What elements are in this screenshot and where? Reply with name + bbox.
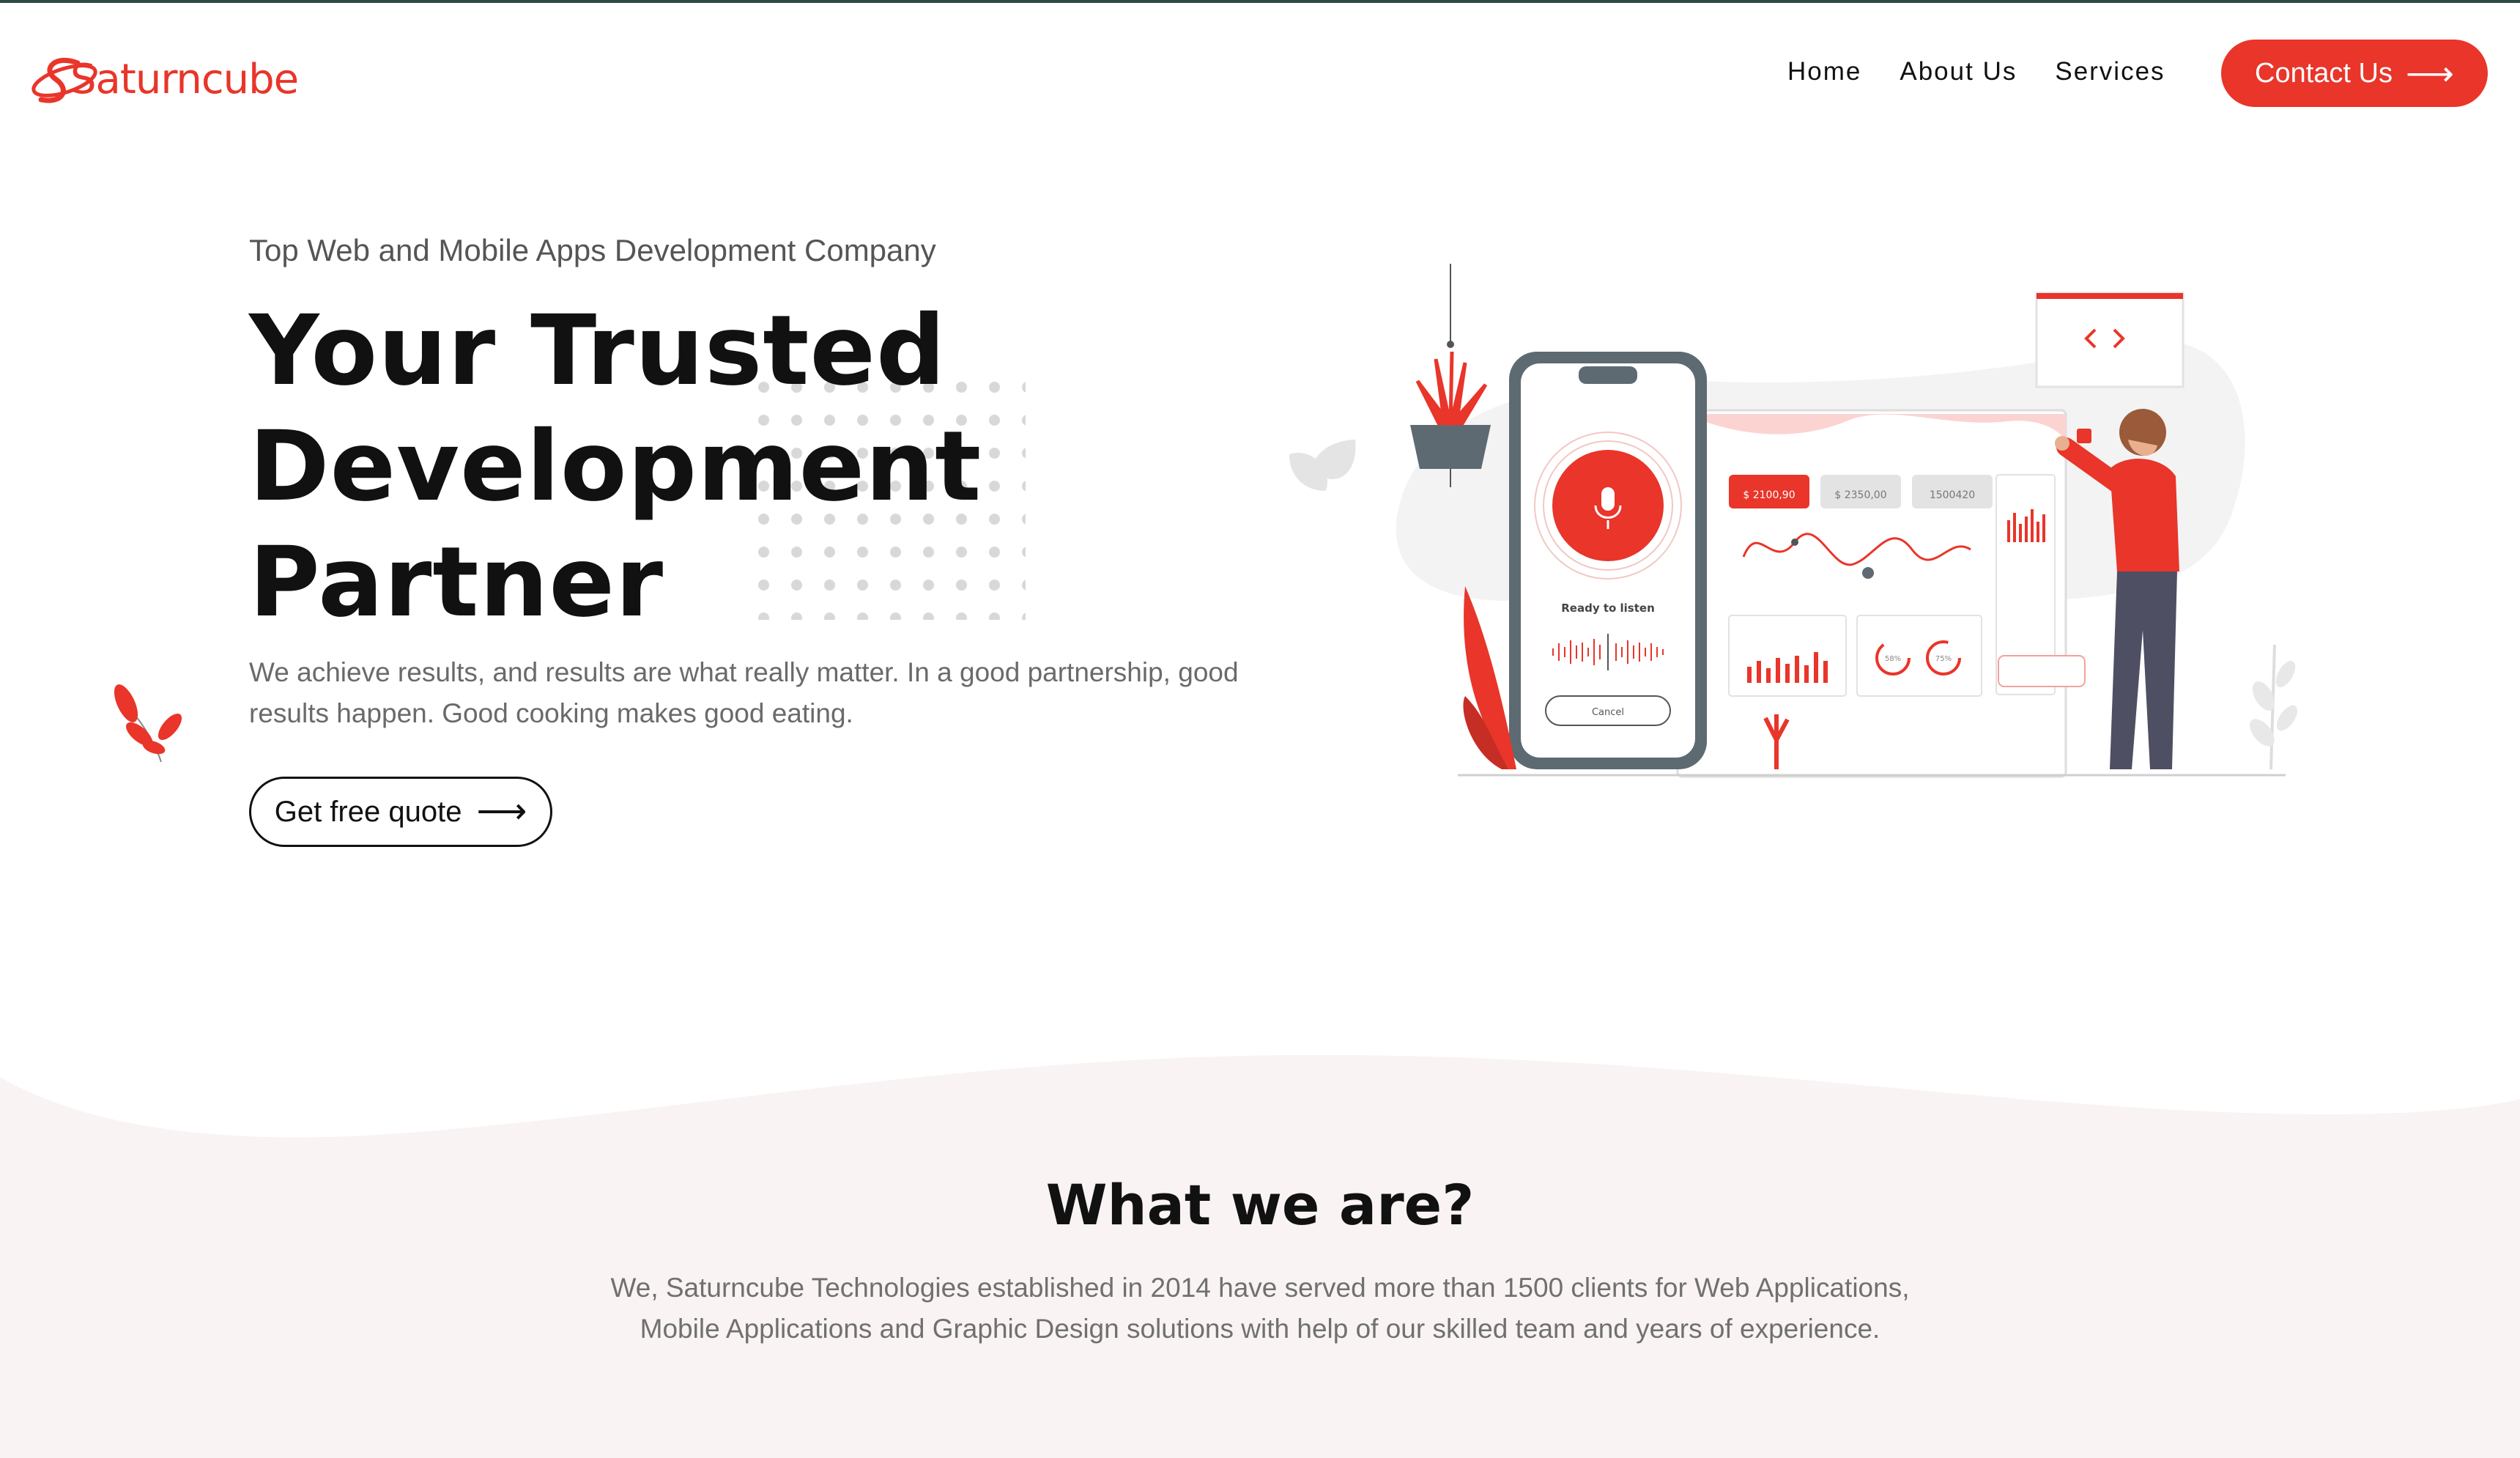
section-description: We, Saturncube Technologies established … bbox=[527, 1268, 1993, 1350]
hero-title-line: Development bbox=[249, 410, 982, 523]
section-title: What we are? bbox=[1045, 1172, 1475, 1237]
get-free-quote-button[interactable]: Get free quote ⟶ bbox=[249, 777, 552, 847]
arrow-right-icon: ⟶ bbox=[2406, 54, 2454, 92]
phone-status-text: Ready to listen bbox=[1561, 602, 1655, 615]
section-description-line: Mobile Applications and Graphic Design s… bbox=[640, 1314, 1880, 1344]
stat-3-text: 1500420 bbox=[1930, 489, 1975, 501]
main-nav: Home About Us Services bbox=[1787, 50, 2204, 94]
logo[interactable]: Saturncube bbox=[26, 47, 305, 113]
nav-about-us[interactable]: About Us bbox=[1900, 57, 2017, 86]
stat-2-text: $ 2350,00 bbox=[1834, 489, 1886, 501]
site-header: Saturncube Home About Us Services Contac… bbox=[0, 3, 2520, 139]
nav-services[interactable]: Services bbox=[2055, 57, 2165, 86]
leaf-decoration-icon bbox=[114, 684, 182, 763]
contact-us-button[interactable]: Contact Us ⟶ bbox=[2221, 40, 2488, 107]
section-background-wave bbox=[0, 1055, 2520, 1458]
hero-description-line: results happen. Good cooking makes good … bbox=[249, 698, 853, 728]
hero-title-line: Your Trusted bbox=[249, 295, 946, 407]
hero-description: We achieve results, and results are what… bbox=[249, 652, 1260, 734]
hero-illustration: $ 2100,90 $ 2350,00 1500420 58% 75% Read… bbox=[1289, 256, 2300, 799]
gauge-2-text: 75% bbox=[1935, 655, 1952, 663]
stat-1-text: $ 2100,90 bbox=[1743, 489, 1795, 501]
section-description-line: We, Saturncube Technologies established … bbox=[610, 1273, 1910, 1303]
contact-us-label: Contact Us bbox=[2255, 57, 2393, 89]
hero-description-line: We achieve results, and results are what… bbox=[249, 657, 1239, 687]
hero-title-line: Partner bbox=[249, 526, 664, 639]
hero-tagline: Top Web and Mobile Apps Development Comp… bbox=[249, 233, 936, 267]
gauge-1-text: 58% bbox=[1885, 655, 1901, 663]
hero-title: Your Trusted Development Partner bbox=[249, 293, 1128, 640]
nav-home[interactable]: Home bbox=[1787, 57, 1861, 86]
logo-text: Saturncube bbox=[70, 56, 299, 103]
phone-cancel-text: Cancel bbox=[1592, 707, 1624, 718]
get-free-quote-label: Get free quote bbox=[274, 795, 462, 828]
arrow-right-icon: ⟶ bbox=[476, 792, 527, 831]
